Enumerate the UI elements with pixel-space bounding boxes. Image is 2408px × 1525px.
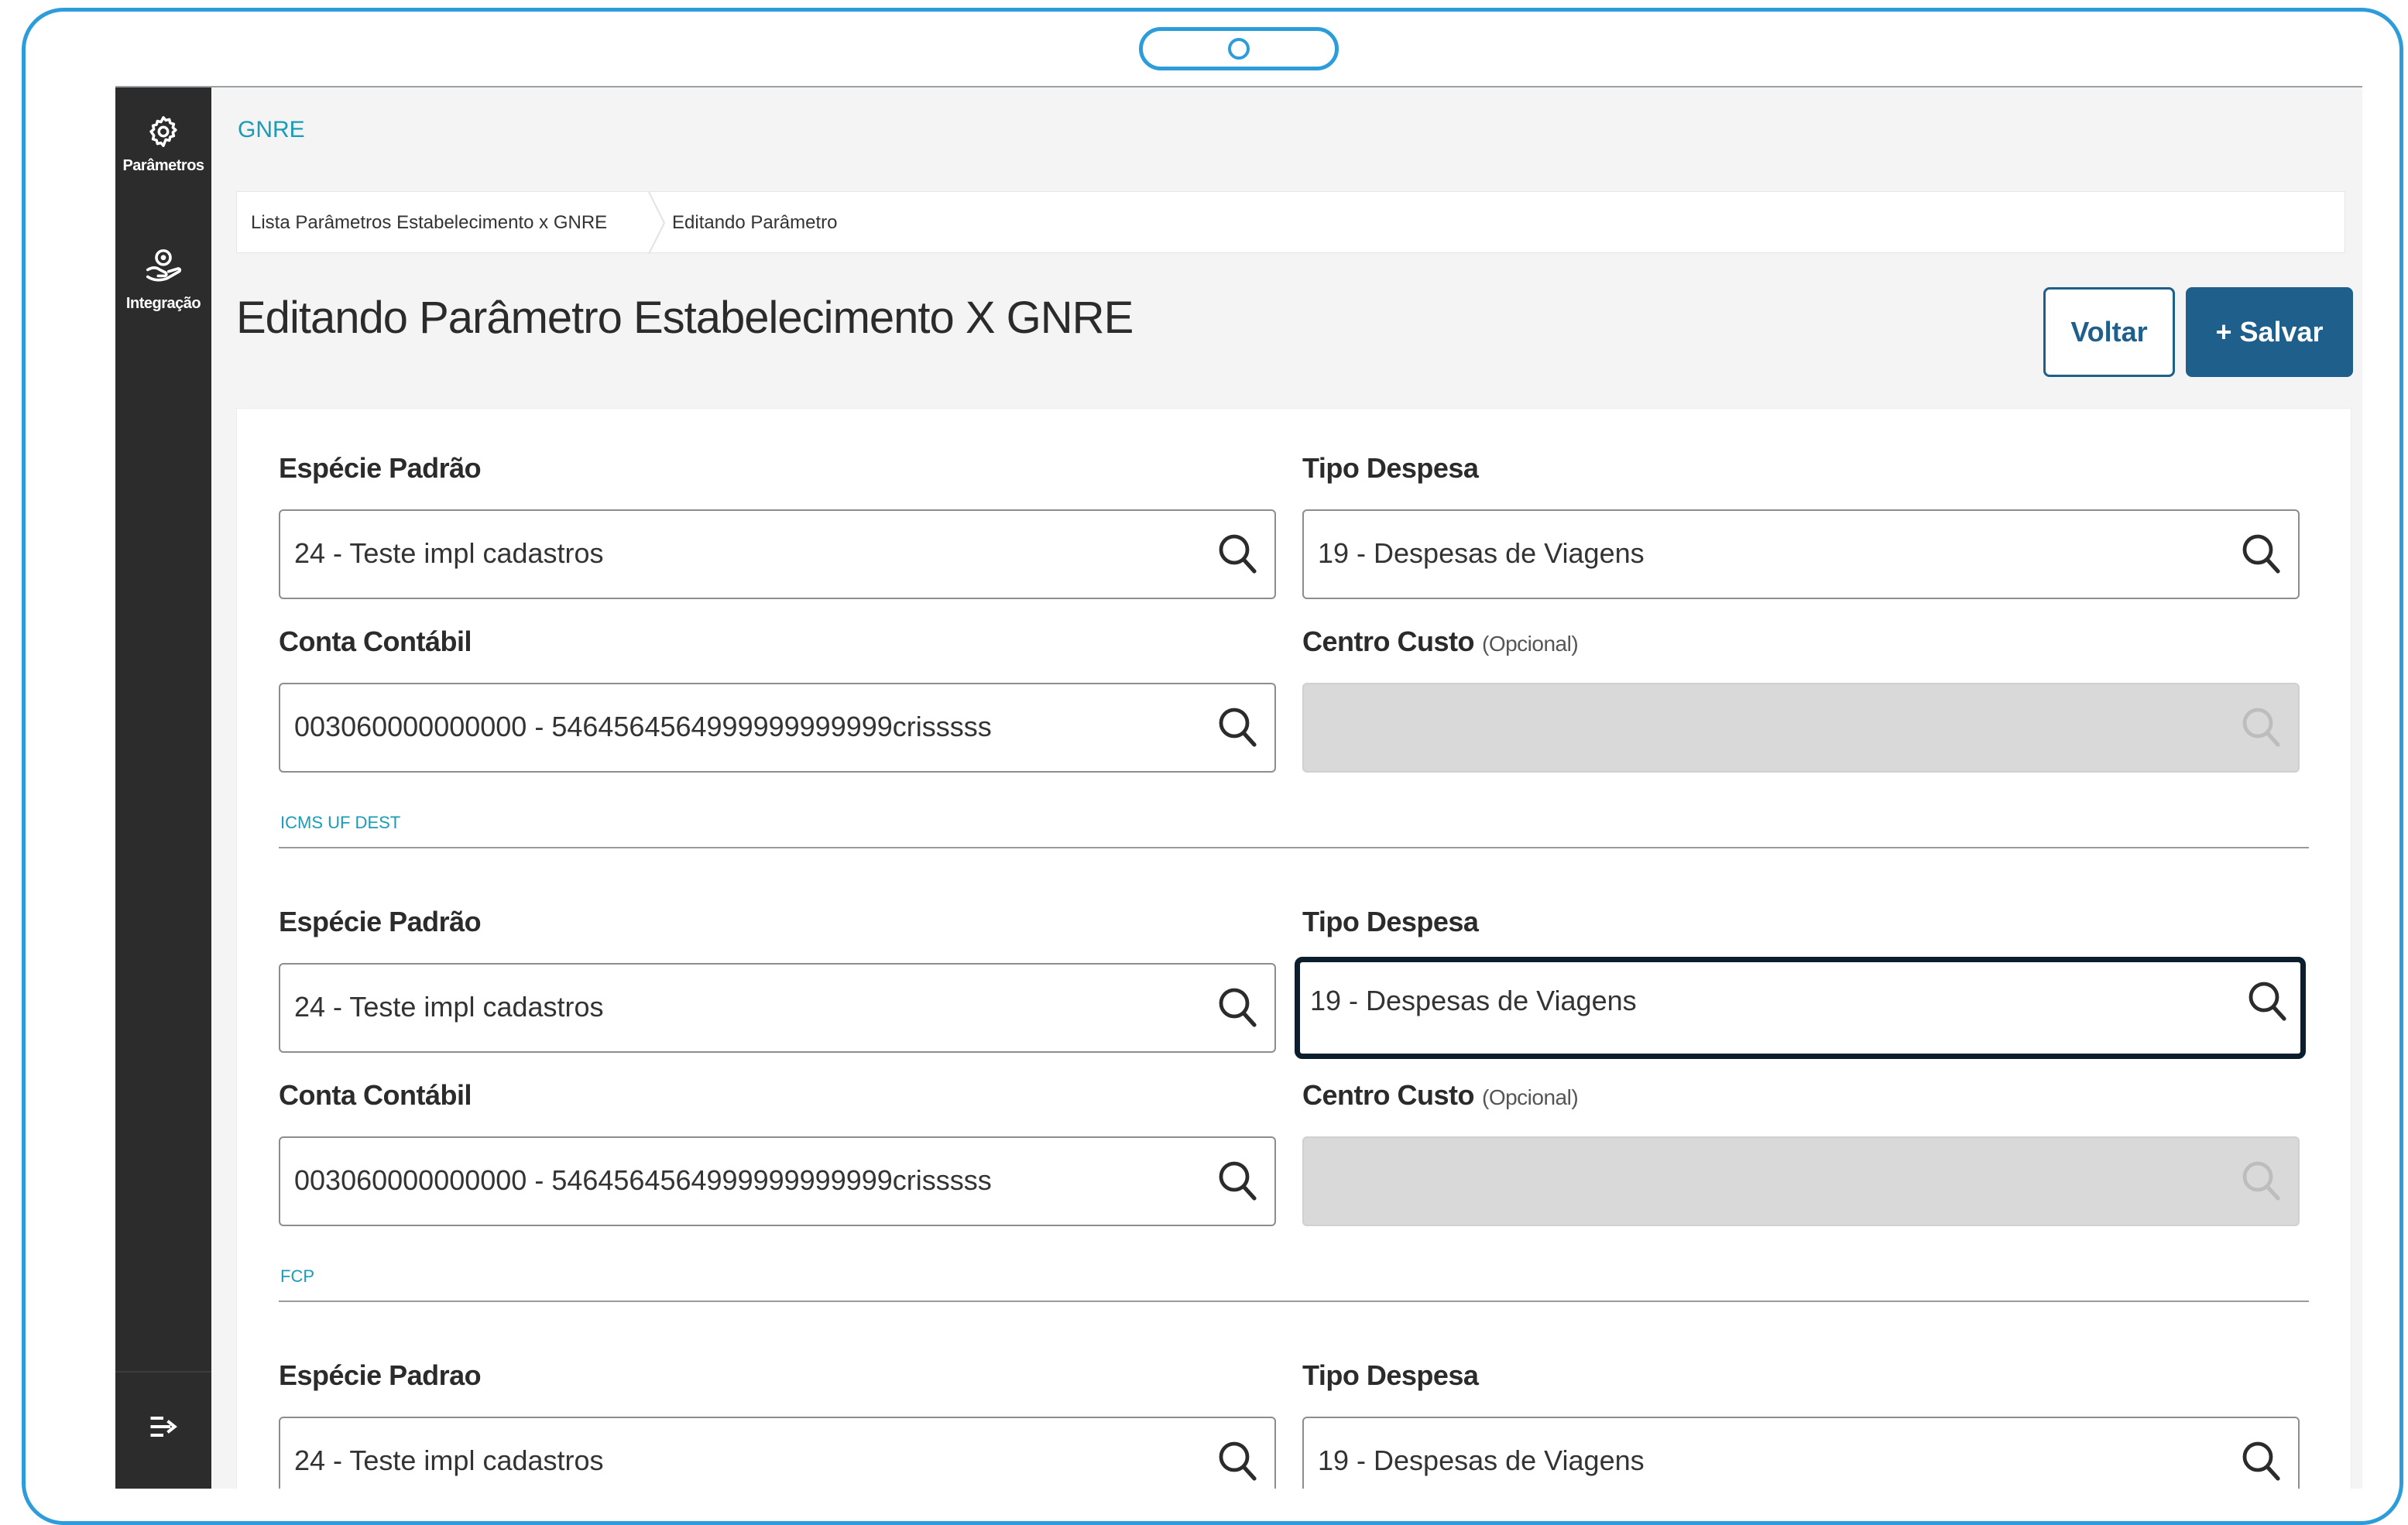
tipo-despesa-field[interactable]: 19 - Despesas de Viagens bbox=[1302, 509, 2300, 599]
conta-contabil-value: 003060000000000 - 5464564564999999999999… bbox=[294, 711, 992, 742]
tipo-despesa-value: 19 - Despesas de Viagens bbox=[1310, 985, 1637, 1016]
tipo-despesa-label: Tipo Despesa bbox=[1302, 906, 1479, 937]
device-notch bbox=[1139, 27, 1339, 70]
back-button[interactable]: Voltar bbox=[2043, 287, 2175, 377]
sidebar-item-parametros[interactable]: Parâmetros bbox=[115, 114, 211, 175]
centro-custo-field bbox=[1302, 683, 2300, 773]
especie-value: 24 - Teste impl cadastros bbox=[294, 537, 604, 569]
breadcrumb-current: Editando Parâmetro bbox=[672, 212, 838, 233]
sidebar-item-integracao[interactable]: Integração bbox=[115, 245, 211, 313]
app-title[interactable]: GNRE bbox=[238, 117, 305, 143]
gear-icon bbox=[149, 116, 177, 147]
search-icon[interactable] bbox=[2241, 1440, 2281, 1483]
conta-contabil-value: 003060000000000 - 5464564564999999999999… bbox=[294, 1164, 992, 1196]
conta-contabil-label: Conta Contábil bbox=[279, 1079, 472, 1111]
save-button[interactable]: + Salvar bbox=[2186, 287, 2353, 377]
search-icon[interactable] bbox=[1217, 533, 1257, 576]
tipo-despesa-label: Tipo Despesa bbox=[1302, 1359, 1479, 1391]
especie-field[interactable]: 24 - Teste impl cadastros bbox=[279, 963, 1276, 1053]
especie-field[interactable]: 24 - Teste impl cadastros bbox=[279, 1417, 1276, 1489]
sidebar-item-label: Parâmetros bbox=[122, 157, 204, 174]
search-icon[interactable] bbox=[1217, 706, 1257, 749]
search-icon bbox=[2242, 1161, 2280, 1201]
optional-tag: (Opcional) bbox=[1482, 632, 1579, 656]
centro-custo-label-text: Centro Custo bbox=[1302, 1079, 1475, 1111]
centro-custo-label-text: Centro Custo bbox=[1302, 625, 1475, 657]
form-card: Espécie Padrão Tipo Despesa 24 - Teste i… bbox=[236, 408, 2351, 1489]
especie-label: Espécie Padrão bbox=[279, 906, 482, 937]
tipo-despesa-label: Tipo Despesa bbox=[1302, 452, 1479, 484]
especie-label: Espécie Padrão bbox=[279, 452, 482, 484]
conta-contabil-field[interactable]: 003060000000000 - 5464564564999999999999… bbox=[279, 1136, 1276, 1226]
centro-custo-label: Centro Custo (Opcional) bbox=[1302, 1079, 1579, 1112]
integration-icon bbox=[146, 248, 182, 282]
tipo-despesa-field[interactable]: 19 - Despesas de Viagens bbox=[1302, 1417, 2300, 1489]
especie-label: Espécie Padrao bbox=[279, 1359, 482, 1391]
especie-field[interactable]: 24 - Teste impl cadastros bbox=[279, 509, 1276, 599]
section-icms-uf-dest: ICMS UF DEST bbox=[279, 807, 2309, 848]
search-icon[interactable] bbox=[1217, 1160, 1257, 1203]
especie-value: 24 - Teste impl cadastros bbox=[294, 991, 604, 1023]
section-title: FCP bbox=[280, 1266, 314, 1286]
conta-contabil-field[interactable]: 003060000000000 - 5464564564999999999999… bbox=[279, 683, 1276, 773]
conta-contabil-label: Conta Contábil bbox=[279, 625, 472, 657]
app-screen: Parâmetros Integração GNRE Lista Parâmet… bbox=[115, 86, 2362, 1489]
centro-custo-label: Centro Custo (Opcional) bbox=[1302, 625, 1579, 658]
page-title: Editando Parâmetro Estabelecimento X GNR… bbox=[236, 293, 1134, 343]
search-icon[interactable] bbox=[2241, 533, 2281, 576]
sidebar-item-label: Integração bbox=[125, 295, 201, 312]
device-frame: Parâmetros Integração GNRE Lista Parâmet… bbox=[22, 8, 2403, 1525]
sidebar: Parâmetros Integração bbox=[115, 87, 211, 1489]
optional-tag: (Opcional) bbox=[1482, 1085, 1579, 1109]
section-title: ICMS UF DEST bbox=[280, 813, 401, 832]
breadcrumb-link-list[interactable]: Lista Parâmetros Estabelecimento x GNRE bbox=[251, 212, 607, 234]
section-fcp: FCP bbox=[279, 1260, 2309, 1302]
camera-icon bbox=[1228, 38, 1250, 60]
breadcrumb-separator-icon bbox=[648, 192, 666, 254]
breadcrumb: Lista Parâmetros Estabelecimento x GNRE … bbox=[236, 191, 2345, 254]
search-icon bbox=[2242, 708, 2280, 747]
tipo-despesa-field-focused[interactable]: 19 - Despesas de Viagens bbox=[1295, 957, 2306, 1059]
collapse-menu-icon[interactable] bbox=[146, 1410, 180, 1444]
search-icon[interactable] bbox=[1217, 1440, 1257, 1483]
search-icon[interactable] bbox=[1217, 986, 1257, 1030]
tipo-despesa-value: 19 - Despesas de Viagens bbox=[1318, 537, 1645, 569]
centro-custo-field bbox=[1302, 1136, 2300, 1226]
sidebar-footer bbox=[115, 1371, 211, 1489]
search-icon[interactable] bbox=[2247, 980, 2287, 1023]
